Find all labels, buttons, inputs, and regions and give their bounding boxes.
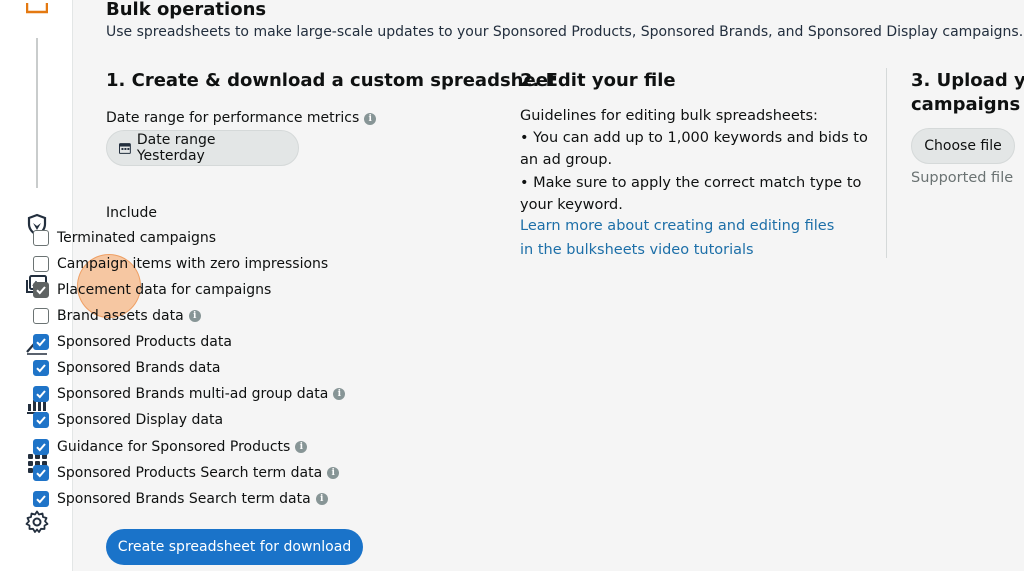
choose-file-button[interactable]: Choose file xyxy=(911,128,1015,164)
include-option[interactable]: Sponsored Brands data xyxy=(33,357,220,379)
include-option[interactable]: Sponsored Products data xyxy=(33,331,232,353)
include-option[interactable]: Sponsored Display data xyxy=(33,409,223,431)
checkbox[interactable] xyxy=(33,465,49,481)
checkbox[interactable] xyxy=(33,334,49,350)
create-spreadsheet-button[interactable]: Create spreadsheet for download xyxy=(106,529,363,565)
info-icon[interactable]: i xyxy=(315,493,328,505)
step2-heading: 2. Edit your file xyxy=(520,70,676,91)
checkbox[interactable] xyxy=(33,282,49,298)
include-option[interactable]: Terminated campaigns xyxy=(33,227,216,249)
include-option-label: Sponsored Brands multi-ad group data xyxy=(57,386,329,402)
include-option[interactable]: Sponsored Brands multi-ad group data i xyxy=(33,383,346,405)
checkbox[interactable] xyxy=(33,256,49,272)
checkbox[interactable] xyxy=(33,439,49,455)
choose-file-label: Choose file xyxy=(924,138,1002,154)
include-option[interactable]: Brand assets data i xyxy=(33,305,201,327)
include-option-label: Sponsored Brands data xyxy=(57,360,221,376)
campaigns-icon[interactable] xyxy=(25,0,49,14)
video-tutorials-link[interactable]: in the bulksheets video tutorials xyxy=(520,242,754,258)
include-option[interactable]: Sponsored Products Search term data i xyxy=(33,462,340,484)
guideline-bullet-2b: your keyword. xyxy=(520,197,623,213)
checkbox[interactable] xyxy=(33,360,49,376)
step3-heading: 3. Upload yo xyxy=(911,70,1024,91)
include-option-label: Sponsored Products data xyxy=(57,334,232,350)
guidelines-title: Guidelines for editing bulk spreadsheets… xyxy=(520,108,818,124)
include-option-label: Guidance for Sponsored Products xyxy=(57,439,291,455)
checkbox[interactable] xyxy=(33,491,49,507)
guideline-bullet-2a: • Make sure to apply the correct match t… xyxy=(520,175,862,191)
date-range-label-text: Date range for performance metrics xyxy=(106,110,360,126)
include-label: Include xyxy=(106,205,157,221)
checkbox[interactable] xyxy=(33,386,49,402)
step1-heading: 1. Create & download a custom spreadshee… xyxy=(106,70,557,91)
nav-divider xyxy=(36,38,38,188)
info-icon[interactable]: i xyxy=(333,388,346,400)
include-option[interactable]: Sponsored Brands Search term data i xyxy=(33,488,328,510)
info-icon[interactable]: i xyxy=(295,441,308,453)
include-option[interactable]: Placement data for campaigns xyxy=(33,279,271,301)
guideline-bullet-1b: an ad group. xyxy=(520,152,613,168)
include-option-label: Brand assets data xyxy=(57,308,184,324)
checkbox[interactable] xyxy=(33,412,49,428)
info-icon[interactable]: i xyxy=(327,467,340,479)
date-range-button[interactable]: Date range Yesterday xyxy=(106,130,299,166)
include-option-label: Sponsored Brands Search term data xyxy=(57,491,311,507)
date-range-button-label: Date range Yesterday xyxy=(136,132,216,164)
step-divider xyxy=(886,68,887,258)
guideline-bullet-1a: • You can add up to 1,000 keywords and b… xyxy=(520,130,868,146)
include-option-label: Campaign items with zero impressions xyxy=(57,256,329,272)
include-option-label: Sponsored Display data xyxy=(57,412,224,428)
step3-heading-2: campaigns xyxy=(911,94,1021,115)
learn-more-link[interactable]: Learn more about creating and editing fi… xyxy=(520,218,834,234)
include-option-label: Sponsored Products Search term data xyxy=(57,465,323,481)
checkbox[interactable] xyxy=(33,308,49,324)
include-option-label: Placement data for campaigns xyxy=(57,282,272,298)
include-option-label: Terminated campaigns xyxy=(57,230,217,246)
calendar-icon xyxy=(119,143,131,154)
include-option[interactable]: Campaign items with zero impressions xyxy=(33,253,328,275)
settings-gear-icon[interactable] xyxy=(24,509,50,535)
page-title: Bulk operations xyxy=(106,0,267,20)
supported-file-note: Supported file xyxy=(911,170,1014,186)
checkbox[interactable] xyxy=(33,230,49,246)
include-option[interactable]: Guidance for Sponsored Products i xyxy=(33,436,308,458)
date-range-label: Date range for performance metrics i xyxy=(106,110,377,126)
info-icon[interactable]: i xyxy=(188,310,201,322)
page-subtitle: Use spreadsheets to make large-scale upd… xyxy=(106,24,1024,40)
info-icon[interactable]: i xyxy=(364,113,377,125)
